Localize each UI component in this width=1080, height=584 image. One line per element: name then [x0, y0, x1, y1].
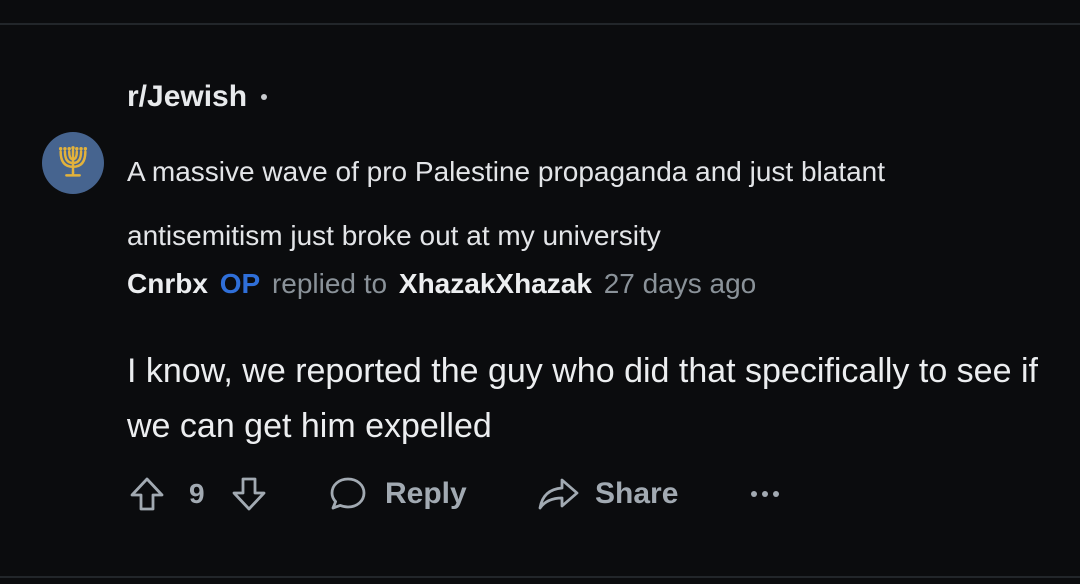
op-badge: OP — [219, 268, 261, 299]
reply-label: Reply — [385, 477, 467, 510]
downvote-arrow-icon — [232, 477, 266, 511]
subreddit-header: r/Jewish — [127, 80, 268, 114]
comment-author[interactable]: Cnrbx — [127, 268, 208, 299]
more-options-button[interactable] — [749, 470, 781, 518]
comment-meta: Cnrbx OP replied to XhazakXhazak 27 days… — [127, 268, 756, 300]
share-arrow-icon — [538, 478, 579, 510]
share-label: Share — [595, 477, 679, 510]
menorah-icon — [58, 146, 88, 177]
comment-body: I know, we reported the guy who did that… — [127, 352, 1038, 445]
subreddit-name[interactable]: r/Jewish — [127, 80, 247, 114]
replied-to-label: replied to — [271, 268, 388, 299]
comment-timestamp: 27 days ago — [603, 268, 757, 299]
upvote-button[interactable] — [127, 470, 167, 518]
subreddit-avatar[interactable] — [42, 132, 104, 194]
share-button[interactable]: Share — [537, 470, 678, 518]
bottom-divider — [0, 576, 1080, 578]
reply-button[interactable]: Reply — [327, 470, 467, 518]
downvote-button[interactable] — [229, 470, 269, 518]
upvote-arrow-icon — [130, 477, 164, 511]
more-dots-icon — [751, 491, 779, 497]
top-divider — [0, 23, 1080, 25]
comment-actions: 9 Reply Share — [127, 470, 827, 518]
reply-target-user[interactable]: XhazakXhazak — [399, 268, 592, 299]
vote-score: 9 — [189, 478, 205, 509]
separator-dot — [261, 94, 268, 100]
post-title[interactable]: A massive wave of pro Palestine propagan… — [127, 140, 1027, 268]
comment-bubble-icon — [330, 477, 366, 510]
